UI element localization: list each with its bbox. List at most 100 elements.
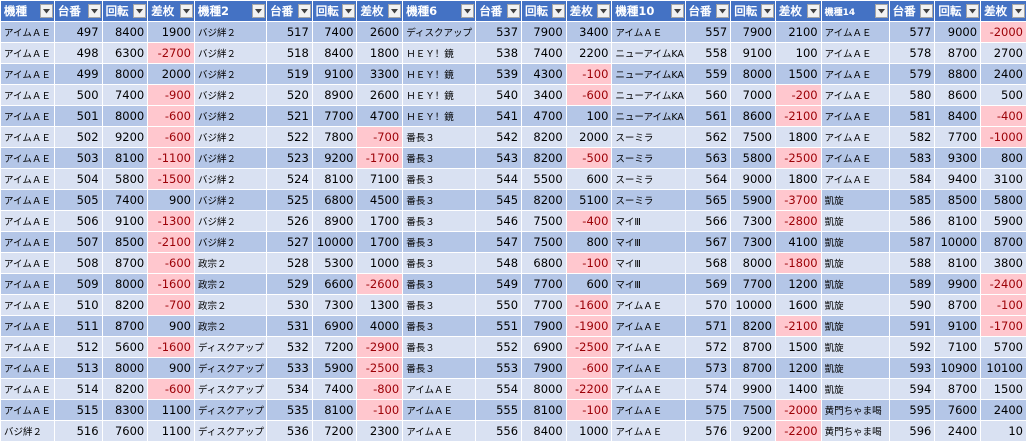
- cell-unit[interactable]: 499: [53, 63, 103, 85]
- cell-model[interactable]: バジ絆２: [193, 147, 268, 169]
- cell-spins[interactable]: 8700: [730, 357, 776, 379]
- cell-unit[interactable]: 566: [684, 210, 732, 232]
- cell-unit[interactable]: 518: [266, 42, 313, 64]
- cell-model[interactable]: 凱旋: [820, 189, 890, 211]
- cell-model[interactable]: 凱旋: [820, 231, 890, 253]
- cell-spins[interactable]: 7300: [730, 210, 776, 232]
- cell-diff[interactable]: -2400: [980, 273, 1027, 295]
- cell-spins[interactable]: 7700: [934, 126, 982, 148]
- cell-unit[interactable]: 506: [53, 210, 103, 232]
- cell-unit[interactable]: 502: [53, 126, 103, 148]
- cell-model[interactable]: 政宗２: [193, 294, 268, 316]
- cell-diff[interactable]: -700: [147, 294, 195, 316]
- cell-spins[interactable]: 7700: [521, 294, 567, 316]
- cell-diff[interactable]: -400: [980, 105, 1027, 127]
- cell-spins[interactable]: 6800: [521, 252, 567, 274]
- cell-spins[interactable]: 8400: [101, 21, 149, 43]
- cell-unit[interactable]: 517: [266, 21, 313, 43]
- cell-unit[interactable]: 527: [266, 231, 313, 253]
- cell-diff[interactable]: 4500: [356, 189, 404, 211]
- cell-spins[interactable]: 2400: [934, 420, 982, 442]
- cell-spins[interactable]: 8000: [730, 63, 776, 85]
- cell-unit[interactable]: 536: [266, 420, 313, 442]
- cell-unit[interactable]: 563: [684, 147, 732, 169]
- cell-diff[interactable]: -2200: [565, 378, 613, 400]
- cell-diff[interactable]: -2100: [774, 315, 822, 337]
- cell-diff[interactable]: -1900: [565, 315, 613, 337]
- cell-diff[interactable]: 4100: [774, 231, 822, 253]
- cell-diff[interactable]: 2300: [356, 420, 404, 442]
- cell-unit[interactable]: 550: [475, 294, 523, 316]
- cell-unit[interactable]: 505: [53, 189, 103, 211]
- filter-dropdown-icon[interactable]: [39, 4, 53, 18]
- cell-model[interactable]: ディスクアップ: [193, 399, 268, 421]
- filter-dropdown-icon[interactable]: [133, 4, 147, 18]
- cell-model[interactable]: ディスクアップ: [193, 420, 268, 442]
- cell-unit[interactable]: 559: [684, 63, 732, 85]
- cell-model[interactable]: アイムＡＥ: [0, 84, 55, 106]
- cell-model[interactable]: バジ絆２: [193, 84, 268, 106]
- cell-diff[interactable]: -2900: [356, 336, 404, 358]
- cell-spins[interactable]: 5900: [730, 189, 776, 211]
- cell-model[interactable]: ＨＥＹ！鏡: [402, 84, 477, 106]
- cell-model[interactable]: アイムＡＥ: [611, 21, 686, 43]
- cell-unit[interactable]: 500: [53, 84, 103, 106]
- cell-spins[interactable]: 8200: [521, 189, 567, 211]
- cell-spins[interactable]: 8200: [730, 315, 776, 337]
- cell-model[interactable]: バジ絆２: [193, 21, 268, 43]
- cell-model[interactable]: ニューアイムKA: [611, 42, 686, 64]
- cell-unit[interactable]: 535: [266, 399, 313, 421]
- cell-unit[interactable]: 560: [684, 84, 732, 106]
- cell-spins[interactable]: 5300: [311, 252, 358, 274]
- cell-unit[interactable]: 544: [475, 168, 523, 190]
- cell-unit[interactable]: 542: [475, 126, 523, 148]
- cell-model[interactable]: 凱旋: [820, 210, 890, 232]
- cell-spins[interactable]: 8300: [101, 399, 149, 421]
- cell-spins[interactable]: 9000: [730, 168, 776, 190]
- cell-unit[interactable]: 513: [53, 357, 103, 379]
- cell-diff[interactable]: -1000: [980, 126, 1027, 148]
- cell-diff[interactable]: 2000: [147, 63, 195, 85]
- cell-model[interactable]: ＨＥＹ！鏡: [402, 63, 477, 85]
- cell-diff[interactable]: -1800: [774, 252, 822, 274]
- cell-spins[interactable]: 8200: [101, 378, 149, 400]
- cell-diff[interactable]: -1600: [147, 273, 195, 295]
- cell-unit[interactable]: 567: [684, 231, 732, 253]
- cell-model[interactable]: バジ絆２: [193, 126, 268, 148]
- cell-model[interactable]: アイムＡＥ: [0, 105, 55, 127]
- cell-unit[interactable]: 523: [266, 147, 313, 169]
- filter-dropdown-icon[interactable]: [806, 4, 820, 18]
- cell-unit[interactable]: 574: [684, 378, 732, 400]
- cell-spins[interactable]: 8100: [934, 252, 982, 274]
- cell-diff[interactable]: 3100: [980, 168, 1027, 190]
- cell-model[interactable]: 番長３: [402, 294, 477, 316]
- cell-diff[interactable]: -100: [356, 399, 404, 421]
- cell-unit[interactable]: 561: [684, 105, 732, 127]
- cell-spins[interactable]: 7600: [101, 420, 149, 442]
- cell-spins[interactable]: 8100: [521, 399, 567, 421]
- cell-unit[interactable]: 595: [888, 399, 936, 421]
- cell-model[interactable]: ディスクアップ: [193, 357, 268, 379]
- cell-diff[interactable]: -2500: [774, 147, 822, 169]
- filter-dropdown-icon[interactable]: [597, 4, 611, 18]
- cell-model[interactable]: アイムＡＥ: [0, 399, 55, 421]
- filter-dropdown-icon[interactable]: [297, 4, 311, 18]
- cell-model[interactable]: 政宗２: [193, 315, 268, 337]
- cell-model[interactable]: アイムＡＥ: [611, 420, 686, 442]
- cell-spins[interactable]: 8000: [101, 273, 149, 295]
- cell-diff[interactable]: 1500: [774, 336, 822, 358]
- cell-unit[interactable]: 555: [475, 399, 523, 421]
- filter-dropdown-icon[interactable]: [551, 4, 565, 18]
- cell-unit[interactable]: 541: [475, 105, 523, 127]
- cell-unit[interactable]: 552: [475, 336, 523, 358]
- cell-diff[interactable]: 4700: [356, 105, 404, 127]
- cell-spins[interactable]: 8100: [311, 168, 358, 190]
- cell-spins[interactable]: 6600: [311, 273, 358, 295]
- cell-diff[interactable]: 1700: [356, 210, 404, 232]
- filter-dropdown-icon[interactable]: [716, 4, 730, 18]
- cell-diff[interactable]: 1200: [774, 273, 822, 295]
- cell-diff[interactable]: -500: [565, 147, 613, 169]
- filter-dropdown-icon[interactable]: [920, 4, 934, 18]
- cell-model[interactable]: アイムＡＥ: [0, 273, 55, 295]
- cell-spins[interactable]: 8100: [934, 210, 982, 232]
